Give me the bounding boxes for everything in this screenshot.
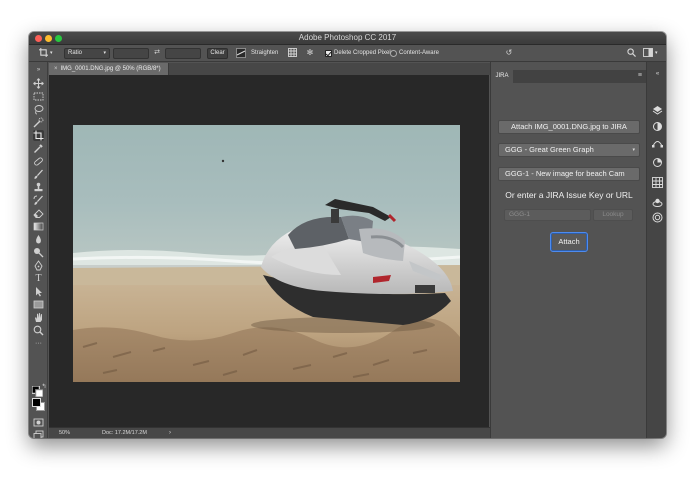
panel-dock: « bbox=[646, 62, 666, 438]
more-tools-icon[interactable]: ··· bbox=[33, 340, 44, 352]
swatches-icon[interactable] bbox=[652, 177, 663, 188]
document-tab[interactable]: × IMG_0001.DNG.jpg @ 50% (RGB/8*) bbox=[49, 63, 169, 75]
shape-tool-icon[interactable] bbox=[33, 299, 44, 310]
foreground-color-swatch[interactable] bbox=[32, 398, 41, 407]
document-tab-label: IMG_0001.DNG.jpg @ 50% (RGB/8*) bbox=[60, 66, 161, 72]
attach-button[interactable]: Attach bbox=[550, 232, 588, 252]
status-bar: 50% Doc: 17.2M/17.2M › bbox=[49, 427, 490, 438]
path-select-tool-icon[interactable] bbox=[33, 286, 44, 297]
ratio-height-input[interactable] bbox=[165, 48, 201, 59]
chevron-down-icon: ▾ bbox=[632, 147, 635, 153]
quick-mask-icon[interactable] bbox=[33, 417, 44, 428]
tab-jira[interactable]: JIRA bbox=[491, 70, 513, 83]
tools-panel: » T ··· ↰ bbox=[29, 62, 48, 438]
marquee-tool-icon[interactable] bbox=[33, 91, 44, 102]
doc-size: Doc: 17.2M/17.2M bbox=[102, 430, 147, 436]
workspace-icon[interactable] bbox=[643, 48, 653, 60]
move-tool-icon[interactable] bbox=[33, 78, 44, 89]
title-bar: Adobe Photoshop CC 2017 bbox=[29, 32, 666, 45]
gradient-tool-icon[interactable] bbox=[33, 221, 44, 232]
swap-colors-icon[interactable]: ↰ bbox=[41, 384, 47, 390]
quick-select-tool-icon[interactable] bbox=[33, 117, 44, 128]
eraser-tool-icon[interactable] bbox=[33, 208, 44, 219]
delete-cropped-label: Delete Cropped Pixels bbox=[334, 50, 394, 56]
status-menu-arrow-icon[interactable]: › bbox=[169, 428, 171, 438]
content-aware-label: Content-Aware bbox=[399, 50, 439, 56]
app-title: Adobe Photoshop CC 2017 bbox=[298, 33, 397, 42]
hand-tool-icon[interactable] bbox=[33, 312, 44, 323]
collapse-icon[interactable]: « bbox=[652, 69, 663, 80]
adjustments-icon[interactable] bbox=[652, 121, 663, 132]
lookup-button[interactable]: Lookup bbox=[593, 209, 633, 221]
chevron-down-icon[interactable]: ▾ bbox=[50, 48, 53, 59]
panel-menu-icon[interactable]: ≡ bbox=[638, 72, 642, 80]
zoom-level[interactable]: 50% bbox=[59, 428, 70, 438]
blur-tool-icon[interactable] bbox=[33, 234, 44, 245]
straighten-icon[interactable] bbox=[236, 48, 246, 61]
ratio-select[interactable]: Ratio ▾ bbox=[64, 48, 110, 59]
crop-preset-icon[interactable] bbox=[38, 48, 48, 60]
content-aware-checkbox[interactable] bbox=[390, 50, 397, 57]
jira-panel: JIRA ≡ Attach IMG_0001.DNG.jpg to JIRA G… bbox=[490, 62, 647, 438]
pen-tool-icon[interactable] bbox=[33, 260, 44, 271]
close-tab-icon[interactable]: × bbox=[54, 66, 58, 72]
panel-header bbox=[491, 70, 647, 83]
clone-stamp-tool-icon[interactable] bbox=[33, 182, 44, 193]
clear-button[interactable]: Clear bbox=[207, 48, 228, 59]
chevron-down-icon[interactable]: ▾ bbox=[655, 48, 658, 59]
layers-icon[interactable] bbox=[652, 105, 663, 116]
brush-tool-icon[interactable] bbox=[33, 169, 44, 180]
ratio-label: Ratio bbox=[68, 50, 83, 56]
default-colors-icon[interactable] bbox=[32, 386, 43, 397]
dodge-tool-icon[interactable] bbox=[33, 247, 44, 258]
type-tool-icon[interactable]: T bbox=[33, 273, 44, 284]
attach-to-jira-button[interactable]: Attach IMG_0001.DNG.jpg to JIRA bbox=[498, 120, 640, 134]
options-bar: ▾ Ratio ▾ ⇄ Clear Straighten ✻ Delete Cr… bbox=[29, 45, 666, 62]
collapse-icon[interactable]: » bbox=[33, 65, 44, 76]
swap-icon[interactable]: ⇄ bbox=[152, 48, 162, 58]
issue-select[interactable]: GGG-1 - New image for beach Cam bbox=[498, 167, 640, 181]
project-select[interactable]: GGG - Great Green Graph ▾ bbox=[498, 143, 640, 157]
issue-key-input[interactable]: GGG-1 bbox=[504, 209, 591, 221]
screen-mode-icon[interactable] bbox=[33, 430, 44, 438]
reset-icon[interactable]: ↺ bbox=[504, 48, 514, 58]
ratio-width-input[interactable] bbox=[113, 48, 149, 59]
paths-icon[interactable] bbox=[652, 137, 663, 148]
straighten-label: Straighten bbox=[251, 50, 279, 56]
healing-tool-icon[interactable] bbox=[33, 156, 44, 167]
overlay-grid-icon[interactable] bbox=[287, 48, 297, 60]
color-icon[interactable] bbox=[652, 157, 663, 168]
canvas-area[interactable] bbox=[49, 75, 509, 438]
issue-select-value: GGG-1 - New image for beach Cam bbox=[505, 169, 625, 178]
project-select-value: GGG - Great Green Graph bbox=[505, 145, 594, 154]
document-image[interactable] bbox=[73, 125, 460, 382]
lasso-tool-icon[interactable] bbox=[33, 104, 44, 115]
search-icon[interactable] bbox=[626, 48, 636, 60]
history-brush-tool-icon[interactable] bbox=[33, 195, 44, 206]
eyedropper-tool-icon[interactable] bbox=[33, 143, 44, 154]
libraries-icon[interactable] bbox=[652, 197, 663, 208]
cc-libraries-icon[interactable] bbox=[652, 212, 663, 223]
photoshop-window: Adobe Photoshop CC 2017 ▾ Ratio ▾ ⇄ Clea… bbox=[29, 32, 666, 438]
crop-tool-icon[interactable] bbox=[33, 130, 44, 141]
delete-cropped-checkbox[interactable] bbox=[325, 50, 332, 57]
issue-key-prompt: Or enter a JIRA Issue Key or URL bbox=[505, 190, 633, 200]
chevron-down-icon: ▾ bbox=[103, 50, 106, 56]
zoom-tool-icon[interactable] bbox=[33, 325, 44, 336]
gear-icon[interactable]: ✻ bbox=[305, 48, 315, 58]
